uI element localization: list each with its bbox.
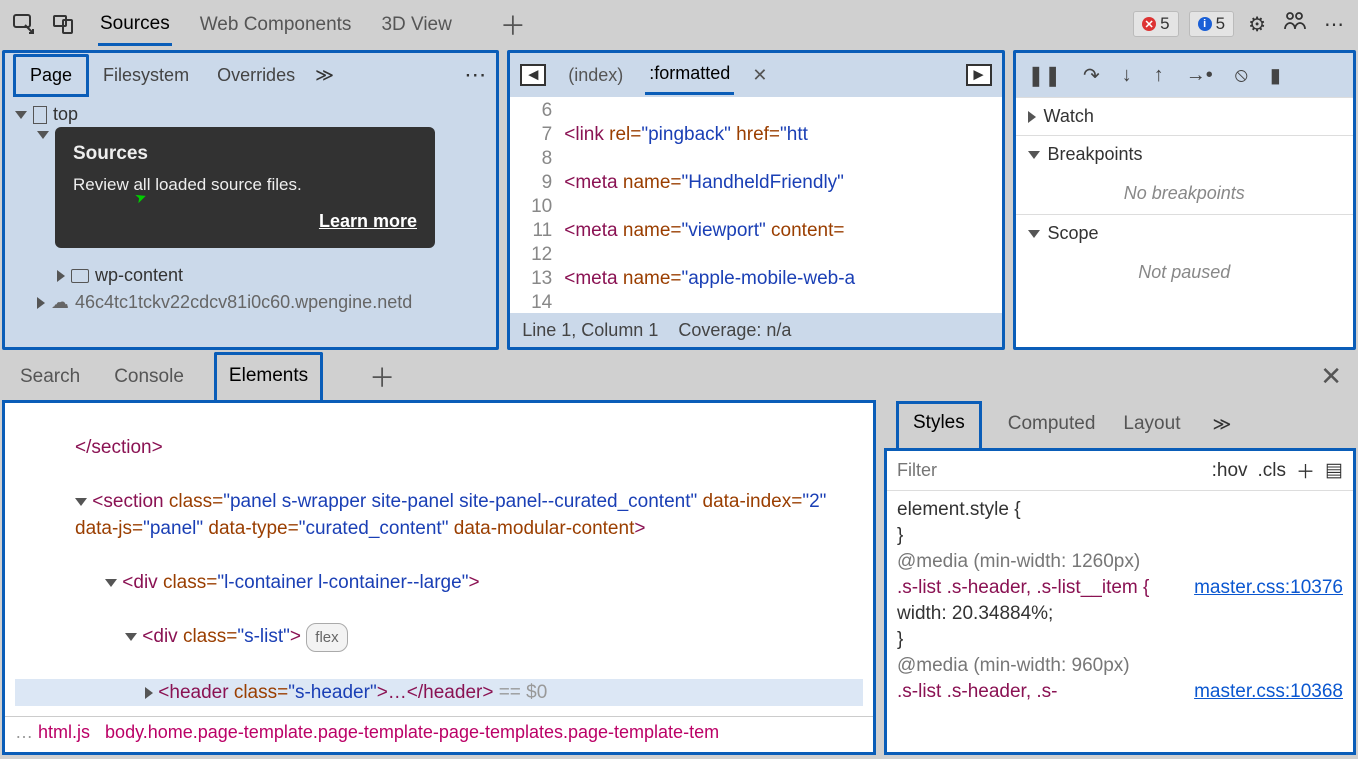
- step-over-icon[interactable]: ↷: [1083, 63, 1100, 88]
- editor-status-bar: Line 1, Column 1 Coverage: n/a: [510, 313, 1001, 347]
- drawer-close-icon[interactable]: ✕: [1320, 361, 1342, 392]
- settings-icon[interactable]: ⚙: [1244, 8, 1270, 41]
- folder-icon: [71, 269, 89, 283]
- tab-web-components[interactable]: Web Components: [198, 4, 354, 44]
- frame-icon: [33, 106, 47, 124]
- styles-filter-input[interactable]: [897, 460, 1202, 481]
- dom-tree[interactable]: </section> <section class="panel s-wrapp…: [5, 403, 873, 716]
- add-tab-icon[interactable]: ＋: [500, 6, 526, 43]
- breakpoints-section[interactable]: Breakpoints: [1016, 135, 1353, 173]
- tree-wp-content[interactable]: wp-content: [13, 262, 488, 289]
- debugger-pane: ❚❚ ↷ ↓ ↑ →• ⦸ ▮ Watch Breakpoints No bre…: [1013, 50, 1356, 350]
- tab-formatted[interactable]: :formatted: [645, 55, 734, 95]
- debugger-sections: Watch Breakpoints No breakpoints Scope N…: [1016, 97, 1353, 347]
- source-link[interactable]: master.css:10376: [1194, 575, 1343, 601]
- styles-pane: :hov .cls ＋ ▤ element.style {} @media (m…: [884, 448, 1356, 755]
- tooltip-body: Review all loaded source files.: [73, 175, 417, 195]
- toolbar-right: ✕5 i5 ⚙ ⋯: [1133, 7, 1348, 41]
- nav-back-icon[interactable]: ◄: [520, 64, 546, 86]
- no-breakpoints-label: No breakpoints: [1016, 173, 1353, 214]
- file-tree[interactable]: top wp-content ☁46c4tc1tckv22cdcv81i0c60…: [5, 97, 496, 347]
- step-icon[interactable]: →•: [1186, 64, 1213, 87]
- pause-exceptions-icon[interactable]: ▮: [1270, 63, 1281, 88]
- messages-badge[interactable]: i5: [1189, 11, 1234, 37]
- selected-element[interactable]: <header class="s-header">…</header> == $…: [15, 679, 863, 706]
- messages-count: 5: [1216, 14, 1225, 34]
- tree-cdn-origin[interactable]: ☁46c4tc1tckv22cdcv81i0c60.wpengine.netd: [13, 289, 488, 316]
- tab-3d-view[interactable]: 3D View: [379, 4, 453, 44]
- drawer-tabs: Search Console Elements ＋ ✕: [0, 352, 1358, 400]
- breadcrumb[interactable]: … html.js body.home.page-template.page-t…: [5, 716, 873, 752]
- sources-navigator-pane: Page Filesystem Overrides ≫ ⋯ top wp-con…: [2, 50, 499, 350]
- styles-more-tabs-icon[interactable]: ≫: [1212, 414, 1231, 435]
- tab-index[interactable]: (index): [564, 57, 627, 94]
- tooltip-learn-more-link[interactable]: Learn more: [319, 211, 417, 232]
- tree-top-frame[interactable]: top: [13, 101, 488, 128]
- code-editor[interactable]: 6 7 8 9 10 11 12 13 14 <link rel="pingba…: [510, 97, 1001, 313]
- new-style-rule-icon[interactable]: ＋: [1296, 457, 1315, 484]
- source-link[interactable]: master.css:10368: [1194, 679, 1343, 705]
- flex-badge[interactable]: flex: [306, 623, 347, 652]
- sources-editor-pane: ◄ (index) :formatted ✕ ► 6 7 8 9 10 11 1…: [507, 50, 1004, 350]
- step-into-icon[interactable]: ↓: [1122, 64, 1132, 87]
- tooltip-title: Sources: [73, 143, 417, 165]
- inspect-icon[interactable]: [10, 10, 38, 38]
- navigator-tabs: Page Filesystem Overrides ≫ ⋯: [5, 53, 496, 97]
- nav-forward-icon[interactable]: ►: [966, 64, 992, 86]
- toggle-sidebar-icon[interactable]: ▤: [1325, 459, 1343, 482]
- styles-tabs: Styles Computed Layout ≫: [884, 400, 1356, 448]
- errors-badge[interactable]: ✕5: [1133, 11, 1178, 37]
- errors-count: 5: [1160, 14, 1169, 34]
- main-tabs: Sources Web Components 3D View ＋: [98, 3, 526, 46]
- tab-sources[interactable]: Sources: [98, 3, 172, 46]
- scope-section[interactable]: Scope: [1016, 214, 1353, 252]
- debugger-toolbar: ❚❚ ↷ ↓ ↑ →• ⦸ ▮: [1016, 53, 1353, 97]
- styles-rules[interactable]: element.style {} @media (min-width: 1260…: [887, 491, 1353, 752]
- watch-section[interactable]: Watch: [1016, 97, 1353, 135]
- tab-styles[interactable]: Styles: [896, 401, 982, 448]
- deactivate-breakpoints-icon[interactable]: ⦸: [1235, 64, 1248, 87]
- navigator-more-icon[interactable]: ⋯: [464, 62, 488, 88]
- not-paused-label: Not paused: [1016, 252, 1353, 293]
- code-content[interactable]: <link rel="pingback" href="htt <meta nam…: [560, 97, 1001, 313]
- close-tab-icon[interactable]: ✕: [752, 65, 767, 86]
- cls-toggle[interactable]: .cls: [1258, 460, 1287, 482]
- cloud-icon: ☁: [51, 292, 69, 313]
- coverage-status: Coverage: n/a: [678, 320, 791, 341]
- devtools-main-toolbar: Sources Web Components 3D View ＋ ✕5 i5 ⚙…: [0, 0, 1358, 48]
- tab-layout[interactable]: Layout: [1121, 405, 1182, 443]
- tab-search[interactable]: Search: [16, 356, 84, 396]
- more-menu-icon[interactable]: ⋯: [1320, 8, 1348, 41]
- drawer-add-tab-icon[interactable]: ＋: [369, 358, 395, 395]
- styles-filter-row: :hov .cls ＋ ▤: [887, 451, 1353, 491]
- tab-console[interactable]: Console: [110, 356, 188, 396]
- feedback-icon[interactable]: [1280, 7, 1310, 41]
- device-toggle-icon[interactable]: [50, 10, 78, 38]
- tab-page[interactable]: Page: [13, 54, 89, 97]
- more-tabs-icon[interactable]: ≫: [315, 65, 334, 86]
- line-gutter: 6 7 8 9 10 11 12 13 14: [510, 97, 560, 313]
- tab-elements[interactable]: Elements: [214, 352, 323, 401]
- tab-computed[interactable]: Computed: [1006, 405, 1098, 443]
- step-out-icon[interactable]: ↑: [1154, 64, 1164, 87]
- sources-tooltip: Sources Review all loaded source files. …: [55, 127, 435, 248]
- elements-tree-pane: </section> <section class="panel s-wrapp…: [2, 400, 876, 755]
- tab-filesystem[interactable]: Filesystem: [89, 57, 203, 94]
- editor-tabs: ◄ (index) :formatted ✕ ►: [510, 53, 1001, 97]
- pause-icon[interactable]: ❚❚: [1028, 63, 1062, 88]
- styles-sidebar: Styles Computed Layout ≫ :hov .cls ＋ ▤ e…: [884, 400, 1356, 755]
- hov-toggle[interactable]: :hov: [1212, 460, 1248, 482]
- cursor-position: Line 1, Column 1: [522, 320, 658, 341]
- tab-overrides[interactable]: Overrides: [203, 57, 309, 94]
